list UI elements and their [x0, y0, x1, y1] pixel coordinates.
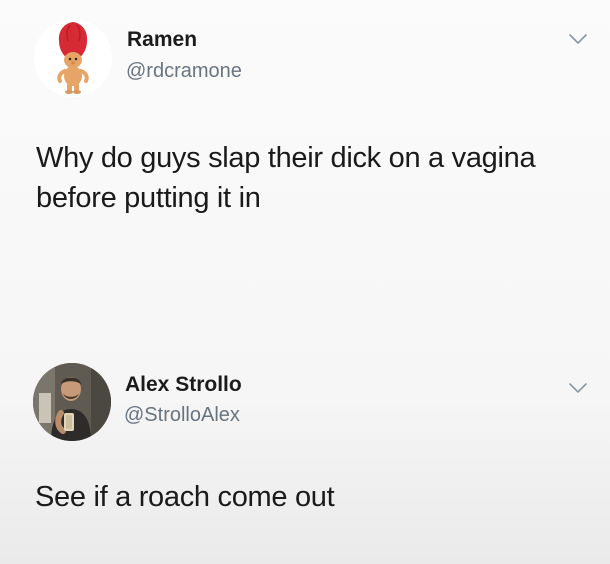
- tweet-text: Why do guys slap their dick on a vagina …: [36, 138, 596, 218]
- user-handle[interactable]: @StrolloAlex: [124, 404, 240, 427]
- tweet-2[interactable]: Alex Strollo @StrolloAlex See if a roach…: [0, 345, 610, 564]
- chevron-down-icon[interactable]: [569, 33, 587, 45]
- troll-doll-avatar-icon: [34, 19, 112, 97]
- screenshot: Ramen @rdcramone Why do guys slap their …: [0, 0, 610, 564]
- tweet-text-line: before putting it in: [36, 182, 261, 214]
- tweet-text: See if a roach come out: [35, 477, 595, 517]
- display-name[interactable]: Alex Strollo: [125, 373, 242, 397]
- chevron-down-icon[interactable]: [569, 382, 587, 394]
- tweet-text-line: See if a roach come out: [35, 481, 335, 513]
- avatar[interactable]: [34, 19, 112, 97]
- tweet-text-line: Why do guys slap their dick on a vagina: [36, 142, 536, 174]
- tweet-1[interactable]: Ramen @rdcramone Why do guys slap their …: [0, 0, 610, 300]
- avatar[interactable]: [33, 363, 111, 441]
- display-name[interactable]: Ramen: [127, 28, 197, 52]
- user-handle[interactable]: @rdcramone: [126, 60, 242, 83]
- person-selfie-avatar-icon: [33, 363, 111, 441]
